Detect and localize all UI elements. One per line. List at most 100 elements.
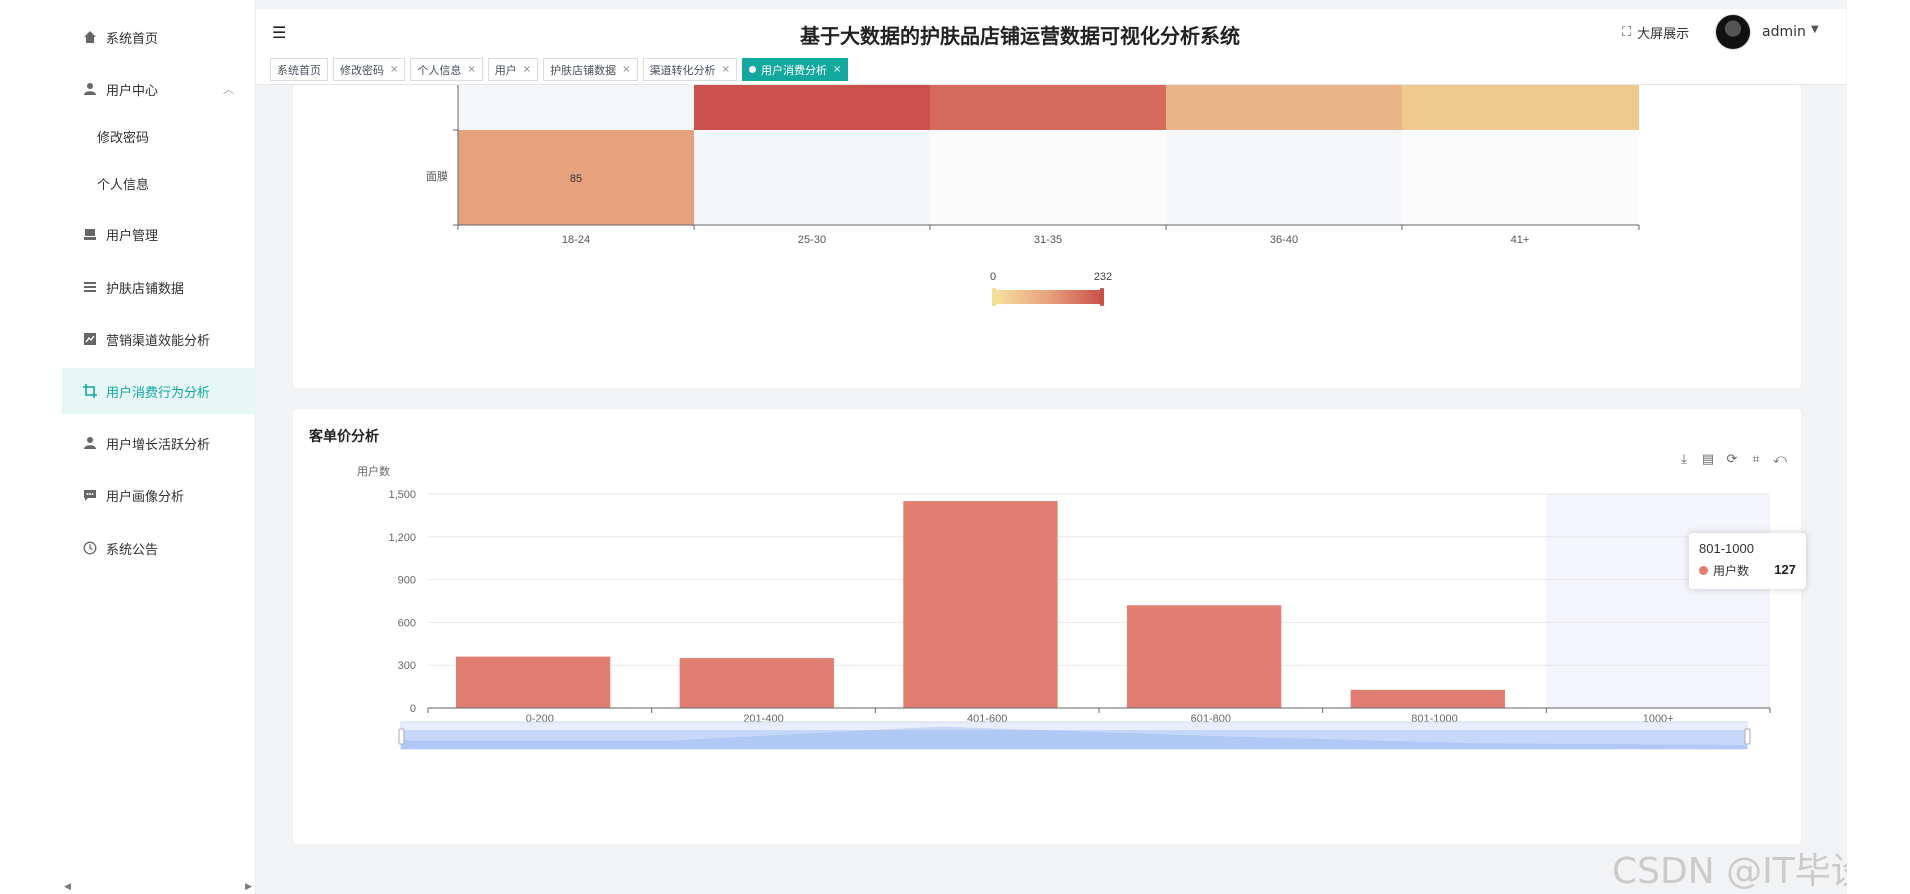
sidebar-item-consumption[interactable]: 用户消费行为分析 — [62, 368, 256, 414]
heatmap-x-label: 41+ — [1511, 234, 1530, 246]
close-icon[interactable]: × — [833, 64, 841, 75]
close-icon[interactable]: × — [390, 64, 398, 75]
page-title: 基于大数据的护肤品店铺运营数据可视化分析系统 — [800, 24, 1240, 48]
tab-consumption[interactable]: 用户消费分析 × — [741, 58, 849, 81]
heatmap-x-label: 31-35 — [1034, 234, 1062, 246]
heatmap-x-label: 18-24 — [562, 234, 590, 246]
heatmap-chart: 85 面膜 18-24 25-30 31-35 36-40 41+ 0 232 — [426, 85, 1640, 306]
sidebar-item-change-password[interactable]: 修改密码 — [62, 113, 256, 159]
user-growth-icon — [82, 435, 98, 451]
tab-profile[interactable]: 个人信息 × — [410, 58, 483, 81]
tab-label: 护肤店铺数据 — [550, 63, 617, 77]
tab-change-password[interactable]: 修改密码 × — [333, 58, 406, 81]
main-content: 85 面膜 18-24 25-30 31-35 36-40 41+ 0 232 … — [272, 85, 1832, 894]
restore-icon[interactable]: ⟳ — [1724, 452, 1740, 468]
bar[interactable] — [455, 656, 611, 708]
presentation-icon: ⛶ — [1622, 25, 1632, 40]
sidebar-item-label: 用户管理 — [106, 228, 159, 244]
data-zoom-handle-right[interactable] — [1744, 728, 1751, 745]
tab-channel[interactable]: 渠道转化分析 × — [642, 58, 737, 81]
avatar[interactable] — [1715, 14, 1751, 50]
sidebar-item-label: 用户增长活跃分析 — [106, 437, 211, 453]
data-zoom-handle-left[interactable] — [398, 728, 405, 745]
tab-user[interactable]: 用户 × — [487, 58, 539, 81]
tooltip-value: 127 — [1774, 562, 1796, 577]
y-tick-label: 900 — [398, 575, 416, 587]
visual-map-bar[interactable] — [993, 290, 1103, 304]
sidebar-item-growth[interactable]: 用户增长活跃分析 — [62, 420, 256, 466]
heatmap-cell[interactable] — [1166, 85, 1402, 130]
sidebar-item-home[interactable]: 系统首页 — [62, 14, 256, 60]
tab-label: 修改密码 — [340, 63, 384, 77]
tooltip-series-name: 用户数 — [1713, 564, 1750, 578]
sidebar-item-profile[interactable]: 个人信息 — [62, 160, 256, 206]
heatmap-cell[interactable] — [930, 85, 1166, 130]
sidebar-item-portrait[interactable]: 用户画像分析 — [62, 472, 256, 518]
bar[interactable] — [679, 658, 834, 708]
heatmap-cell-label: 85 — [570, 173, 582, 185]
tab-label: 个人信息 — [417, 63, 462, 77]
visual-map-handle-min[interactable] — [992, 288, 996, 306]
big-screen-button[interactable]: ⛶ 大屏展示 — [1622, 23, 1689, 42]
top-header: ☰ 基于大数据的护肤品店铺运营数据可视化分析系统 ⛶ 大屏展示 admin ▼ … — [256, 9, 1846, 85]
bar-chart: 03006009001,2001,500用户数0-200 201-400 401-6… — [357, 464, 1771, 750]
close-icon[interactable]: × — [622, 64, 630, 75]
user-icon — [82, 81, 98, 97]
crop-icon — [82, 383, 98, 399]
tab-label: 系统首页 — [277, 63, 321, 77]
tooltip-title: 801-1000 — [1699, 541, 1754, 556]
sidebar-item-label: 系统公告 — [106, 542, 159, 558]
heatmap-y-label: 面膜 — [426, 170, 448, 183]
caret-down-icon[interactable]: ▼ — [1811, 24, 1819, 35]
visual-map-handle-max[interactable] — [1100, 288, 1104, 306]
heatmap-cell[interactable] — [1402, 130, 1639, 225]
y-tick-label: 600 — [398, 617, 416, 629]
scroll-left-icon[interactable]: ◀ — [64, 882, 71, 892]
sidebar-item-label: 用户画像分析 — [106, 489, 185, 505]
sidebar-item-marketing[interactable]: 营销渠道效能分析 — [62, 316, 256, 362]
heatmap-cell[interactable] — [694, 85, 930, 130]
sidebar-item-user-manage[interactable]: 用户管理 — [62, 211, 256, 257]
tab-shop-data[interactable]: 护肤店铺数据 × — [543, 58, 638, 81]
close-icon[interactable]: × — [523, 64, 531, 75]
zoom-reset-icon[interactable]: ⤺ — [1772, 452, 1788, 468]
tab-home[interactable]: 系统首页 — [270, 58, 328, 81]
heatmap-cell[interactable] — [1166, 130, 1402, 225]
user-name[interactable]: admin — [1762, 24, 1806, 40]
sidebar-item-label: 护肤店铺数据 — [106, 281, 185, 297]
sidebar-item-shop-data[interactable]: 护肤店铺数据 — [62, 264, 256, 310]
heatmap-cell[interactable] — [458, 85, 694, 130]
tab-label: 用户消费分析 — [760, 63, 827, 77]
bar[interactable] — [1126, 605, 1282, 708]
sidebar-item-notice[interactable]: 系统公告 — [62, 525, 256, 571]
heatmap-cell[interactable] — [1402, 85, 1639, 130]
heatmap-cell[interactable] — [930, 130, 1166, 225]
sidebar-item-user-center[interactable]: 用户中心 ︿ — [62, 66, 256, 112]
heatmap-x-label: 25-30 — [798, 234, 826, 246]
heatmap-card: 85 面膜 18-24 25-30 31-35 36-40 41+ 0 232 — [293, 85, 1801, 388]
y-tick-label: 1,200 — [388, 532, 416, 544]
tab-label: 渠道转化分析 — [649, 63, 716, 77]
download-icon[interactable]: ⤓ — [1676, 452, 1692, 468]
visual-map-min: 0 — [990, 271, 996, 283]
watermark: CSDN @IT毕设梦工厂 — [1612, 851, 1847, 892]
app-window: 系统首页 用户中心 ︿ 修改密码 个人信息 用户管理 护肤店铺数据 营销渠道效能… — [62, 0, 1847, 894]
close-icon[interactable]: × — [467, 64, 475, 75]
close-icon[interactable]: × — [722, 64, 730, 75]
bar-chart-card: 客单价分析 ⤓ ▤ ⟳ ⌗ ⤺ 0 300 600 900 1,200 1,500 用户数 0… — [293, 409, 1801, 844]
data-zoom-selection — [401, 730, 1747, 749]
bar[interactable] — [903, 501, 1058, 708]
big-screen-label: 大屏展示 — [1637, 27, 1690, 42]
zoom-icon[interactable]: ⌗ — [1748, 452, 1764, 468]
data-view-icon[interactable]: ▤ — [1700, 452, 1716, 468]
bar[interactable] — [1350, 689, 1505, 708]
sidebar-item-label: 用户中心 — [106, 83, 159, 99]
scroll-right-icon[interactable]: ▶ — [245, 882, 252, 892]
chart-icon — [82, 331, 98, 347]
chart-tooltip: 801-1000 用户数 127 — [1689, 533, 1806, 589]
heatmap-cell[interactable] — [694, 130, 930, 225]
heatmap-x-label: 36-40 — [1270, 234, 1298, 246]
sidebar-scrollbar[interactable]: ◀ ▶ — [62, 882, 256, 894]
tab-label: 用户 — [494, 63, 517, 77]
chevron-up-icon: ︿ — [223, 83, 234, 96]
